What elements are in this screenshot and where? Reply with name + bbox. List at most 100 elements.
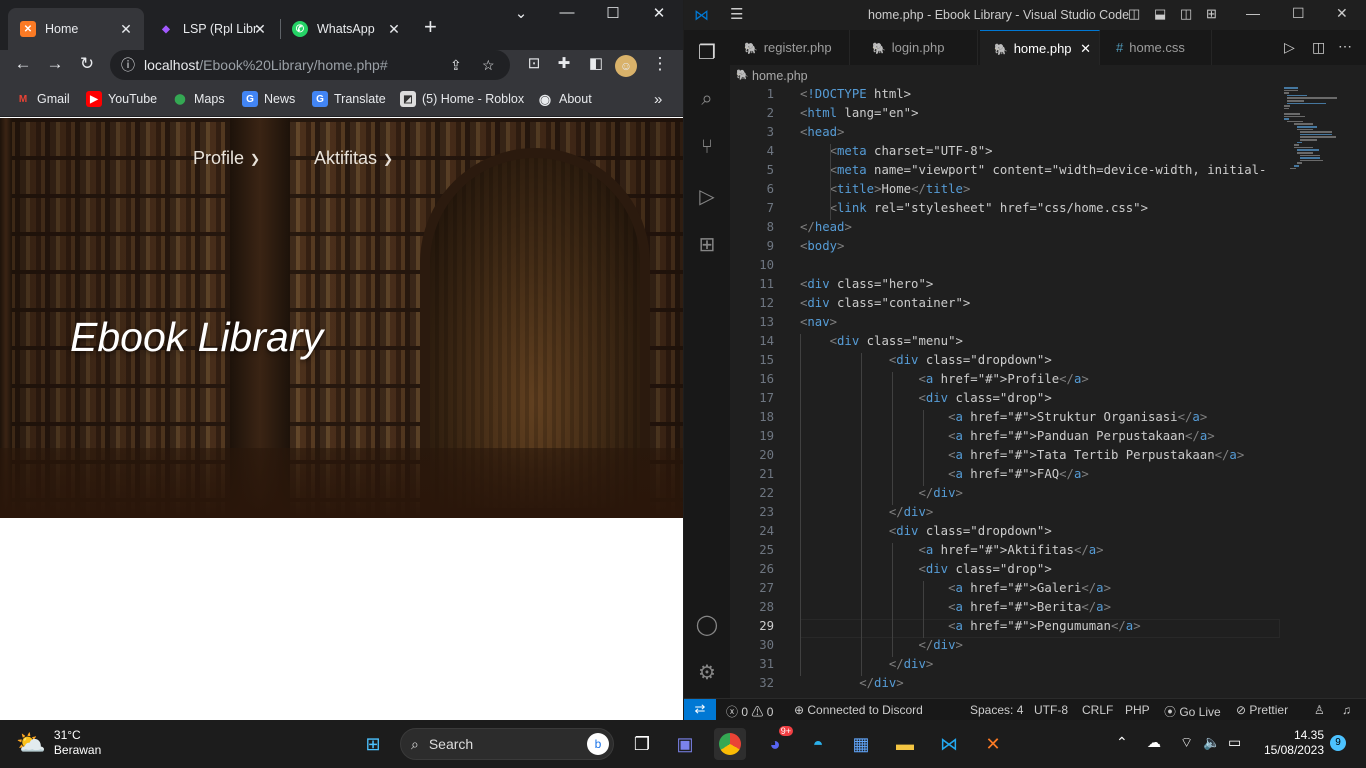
extensions-puzzle-icon[interactable]: ✚ [552,54,576,72]
teams-meet-icon[interactable]: ▣ [669,728,701,760]
accounts-icon[interactable]: ◯ [695,612,719,636]
xampp-taskbar-icon[interactable]: ✕ [977,728,1009,760]
code-line[interactable]: <a href="#">Pengumuman</a> [800,619,1141,633]
search-icon[interactable]: ⌕ [695,88,719,112]
share-icon[interactable]: ⇪ [450,50,462,80]
edge-icon[interactable]: ◓ [802,728,834,760]
code-line[interactable]: <a href="#">Galeri</a> [800,581,1111,595]
side-panel-icon[interactable]: ◧ [584,54,608,72]
bookmark-news[interactable]: G News [242,91,295,107]
encoding-status[interactable]: UTF-8 [1034,703,1068,717]
code-line[interactable]: <title>Home</title> [800,182,971,196]
close-icon[interactable]: ✕ [1080,31,1091,66]
store-icon[interactable]: ▦ [845,728,877,760]
battery-icon[interactable]: ▭ [1228,734,1241,751]
eol-status[interactable]: CRLF [1082,703,1113,717]
file-explorer-icon[interactable]: ▬ [889,728,921,760]
layout-panel-icon[interactable]: ⬓ [1154,6,1166,22]
onedrive-cloud-icon[interactable]: ☁ [1147,734,1161,751]
code-line[interactable]: </div> [800,676,903,690]
tab-home[interactable]: ✕ Home ✕ [8,8,144,50]
minimap[interactable] [1284,87,1344,177]
bookmark-star-icon[interactable]: ☆ [482,50,495,80]
code-line[interactable]: <link rel="stylesheet" href="css/home.cs… [800,201,1148,215]
code-line[interactable]: </div> [800,638,962,652]
extension-translate-icon[interactable]: ⊡ [522,54,546,72]
code-line[interactable]: <nav> [800,315,837,329]
code-line[interactable]: <a href="#">FAQ</a> [800,467,1089,481]
maximize-button[interactable]: ☐ [1292,5,1305,22]
extensions-icon[interactable]: ⊞ [695,232,719,256]
code-line[interactable]: </div> [800,657,933,671]
customize-layout-icon[interactable]: ⊞ [1206,6,1217,22]
tab-register-php[interactable]: 🐘 register.php [730,30,850,65]
code-line[interactable]: <body> [800,239,844,253]
wifi-icon[interactable]: ⌔ [1180,734,1193,752]
close-window-button[interactable]: ✕ [636,4,682,22]
tab-lsp[interactable]: ◆ LSP (Rpl Libra ✕ [146,8,278,50]
code-line[interactable]: <div class="dropdown"> [800,353,1052,367]
run-icon[interactable]: ▷ [1284,39,1295,56]
tray-chevron-icon[interactable]: ⌃ [1116,734,1128,751]
more-bookmarks-icon[interactable]: » [654,91,662,108]
code-line[interactable]: </div> [800,486,962,500]
go-live-button[interactable]: ⦿ Go Live [1164,703,1221,720]
split-editor-icon[interactable]: ◫ [1312,39,1325,56]
code-editor[interactable]: 1 <!DOCTYPE html> 2 <html lang="en"> 3 <head>… [730,87,1366,698]
problems-status[interactable]: ⓧ 0 ⚠ 0 [726,703,773,720]
settings-gear-icon[interactable]: ⚙ [695,660,719,684]
discord-status[interactable]: ⊕ Connected to Discord [794,703,923,717]
code-line[interactable]: <html lang="en"> [800,106,918,120]
close-icon[interactable]: ✕ [386,21,402,38]
code-line[interactable]: </div> [800,505,933,519]
explorer-icon[interactable]: ❐ [695,40,719,64]
code-line[interactable]: <a href="#">Tata Tertib Perpustakaan</a> [800,448,1244,462]
tab-search-icon[interactable]: ⌄ [498,4,544,22]
prettier-status[interactable]: ⊘ Prettier [1236,703,1288,717]
bookmark-roblox[interactable]: ◩ (5) Home - Roblox [400,91,524,107]
remote-indicator-icon[interactable]: ⇄ [684,699,716,721]
minimize-button[interactable]: — [544,4,590,21]
tab-whatsapp[interactable]: ✆ WhatsApp ✕ [280,8,412,50]
bookmark-youtube[interactable]: ▶ YouTube [86,91,157,107]
code-line[interactable]: <div class="menu"> [800,334,963,348]
menu-kebab-icon[interactable]: ⋮ [648,54,672,74]
reload-button[interactable]: ↻ [75,54,99,74]
vscode-taskbar-icon[interactable]: ⋈ [933,728,965,760]
new-tab-button[interactable]: + [424,14,437,40]
code-line[interactable]: <a href="#">Berita</a> [800,600,1111,614]
bookmark-maps[interactable]: ⬤ Maps [172,91,224,107]
tab-home-css[interactable]: # home.css [1102,30,1212,65]
close-icon[interactable]: ✕ [118,21,134,38]
indent-status[interactable]: Spaces: 4 [970,703,1023,717]
taskbar-search[interactable]: ⌕ Search b [400,728,614,760]
code-line[interactable]: <a href="#">Panduan Perpustakaan</a> [800,429,1215,443]
tab-home-php[interactable]: 🐘 home.php ✕ [980,30,1100,65]
layout-sidebar-icon[interactable]: ◫ [1128,6,1140,22]
source-control-icon[interactable]: ⑂ [695,136,719,160]
code-line[interactable]: <a href="#">Aktifitas</a> [800,543,1103,557]
breadcrumb-file[interactable]: home.php [752,69,808,83]
start-windows-icon[interactable]: ⊞ [357,728,389,760]
nav-profile[interactable]: Profile ❯ [193,148,260,169]
code-line[interactable]: <div class="hero"> [800,277,933,291]
back-button[interactable]: ← [11,54,35,74]
code-line[interactable]: <div class="drop"> [800,391,1051,405]
maximize-button[interactable]: ☐ [590,4,636,22]
code-line[interactable]: <div class="drop"> [800,562,1051,576]
discord-icon[interactable]: ◕ 9+ [759,726,793,760]
profile-avatar[interactable]: ☺ [615,55,637,77]
minimize-button[interactable]: — [1246,5,1260,21]
code-line[interactable]: <div class="container"> [800,296,970,310]
layout-secondary-icon[interactable]: ◫ [1180,6,1192,22]
task-view-icon[interactable]: ❐ [626,728,658,760]
bookmark-gmail[interactable]: M Gmail [15,91,70,107]
weather-widget[interactable]: ⛅ 31°C Berawan [16,728,101,758]
chrome-taskbar-icon[interactable] [714,728,746,760]
tab-login-php[interactable]: 🐘 login.php [858,30,978,65]
code-line[interactable]: <!DOCTYPE html> [800,87,911,101]
language-status[interactable]: PHP [1125,703,1150,717]
hamburger-menu-icon[interactable]: ☰ [730,5,743,23]
address-bar[interactable]: ⓘ localhost/Ebook%20Library/home.php# ⇪ … [110,50,510,80]
code-line[interactable]: </head> [800,220,852,234]
